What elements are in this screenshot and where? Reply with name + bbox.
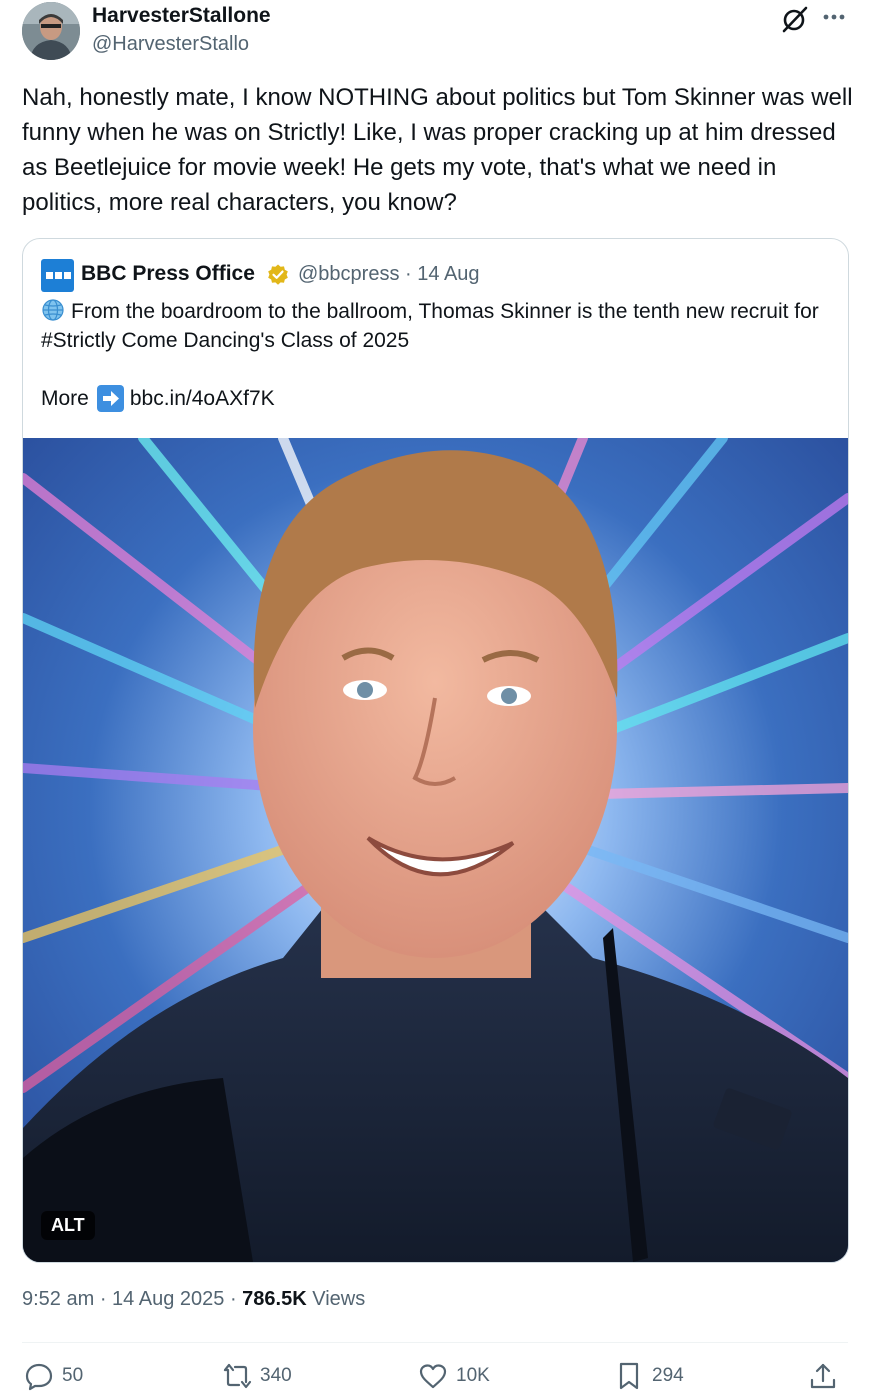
quoted-meta: @bbcpress · 14 Aug [298, 263, 480, 285]
reply-icon [25, 1363, 53, 1391]
views-label: Views [312, 1288, 366, 1310]
globe-icon [41, 298, 65, 322]
reply-button[interactable]: 50 [24, 1361, 83, 1391]
bbc-logo-icon [41, 259, 74, 292]
reply-count: 50 [62, 1365, 84, 1386]
repost-count: 340 [260, 1365, 292, 1386]
more-label: More [41, 386, 89, 410]
quoted-date[interactable]: 14 Aug [417, 263, 479, 285]
quoted-more-line: More bbc.in/4oAXf7K [41, 385, 275, 412]
tweet-text: Nah, honestly mate, I know NOTHING about… [22, 84, 853, 216]
tweet-timestamp: 9:52 am · 14 Aug 2025 · 786.5K Views [22, 1288, 366, 1310]
like-icon [419, 1364, 447, 1389]
verified-icon [266, 263, 290, 287]
divider [22, 1342, 848, 1343]
tweet-time[interactable]: 9:52 am [22, 1288, 94, 1310]
bookmark-button[interactable]: 294 [614, 1361, 684, 1391]
share-icon [810, 1363, 836, 1389]
quoted-media-image[interactable]: ALT [23, 438, 848, 1262]
author-handle[interactable]: @HarvesterStallo [92, 33, 249, 56]
quoted-tweet[interactable]: BBC Press Office @bbcpress · 14 Aug From… [22, 238, 849, 1263]
author-name[interactable]: HarvesterStallone [92, 4, 271, 28]
author-avatar[interactable] [22, 2, 80, 60]
views-count: 786.5K [242, 1288, 307, 1310]
alt-badge[interactable]: ALT [41, 1211, 95, 1240]
quoted-link[interactable]: bbc.in/4oAXf7K [130, 387, 275, 411]
quoted-author-name[interactable]: BBC Press Office [81, 262, 255, 286]
like-count: 10K [456, 1365, 490, 1386]
quoted-text-block: From the boardroom to the ballroom, Thom… [41, 297, 821, 355]
more-icon[interactable] [820, 4, 850, 30]
bookmark-count: 294 [652, 1365, 684, 1386]
quoted-text: From the boardroom to the ballroom, Thom… [41, 300, 819, 352]
share-button[interactable] [808, 1361, 846, 1391]
like-button[interactable]: 10K [418, 1361, 490, 1391]
arrow-icon [96, 385, 124, 412]
grok-icon[interactable] [780, 4, 810, 34]
repost-icon [223, 1363, 252, 1389]
repost-button[interactable]: 340 [222, 1361, 292, 1391]
tweet-date[interactable]: 14 Aug 2025 [112, 1288, 224, 1310]
quoted-handle[interactable]: @bbcpress [298, 263, 399, 285]
bookmark-icon [619, 1362, 639, 1390]
